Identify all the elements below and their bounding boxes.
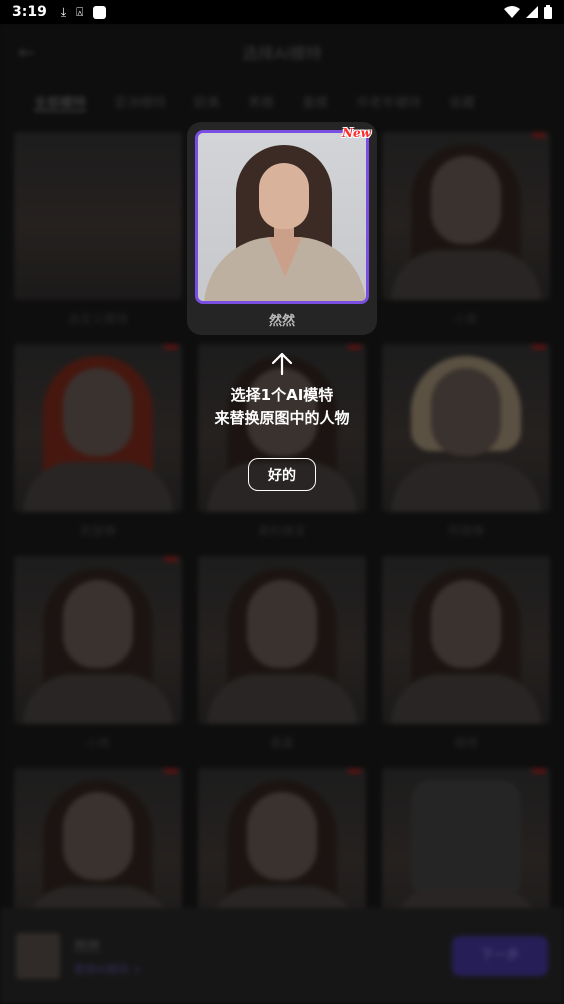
wifi-icon: [504, 6, 520, 18]
signal-icon: [526, 6, 538, 18]
highlighted-model-name: 然然: [268, 314, 295, 329]
ok-button[interactable]: 好的: [248, 458, 316, 491]
hint-line-2: 来替换原图中的人物: [214, 409, 350, 427]
a-icon: ⍓: [76, 4, 84, 19]
status-bar: 3:19 ⤓ ⍓: [0, 0, 564, 24]
square-icon: [93, 5, 107, 19]
highlighted-model-card[interactable]: New 然然: [187, 122, 377, 335]
hint-line-1: 选择1个AI模特: [230, 386, 334, 404]
onboarding-hint: 选择1个AI模特 来替换原图中的人物: [132, 384, 432, 430]
download-icon: ⤓: [60, 4, 67, 19]
new-badge: New: [342, 126, 371, 140]
model-portrait: [195, 130, 369, 304]
status-time: 3:19: [12, 4, 47, 20]
arrow-up-icon: [271, 352, 293, 376]
battery-icon: [544, 5, 552, 19]
